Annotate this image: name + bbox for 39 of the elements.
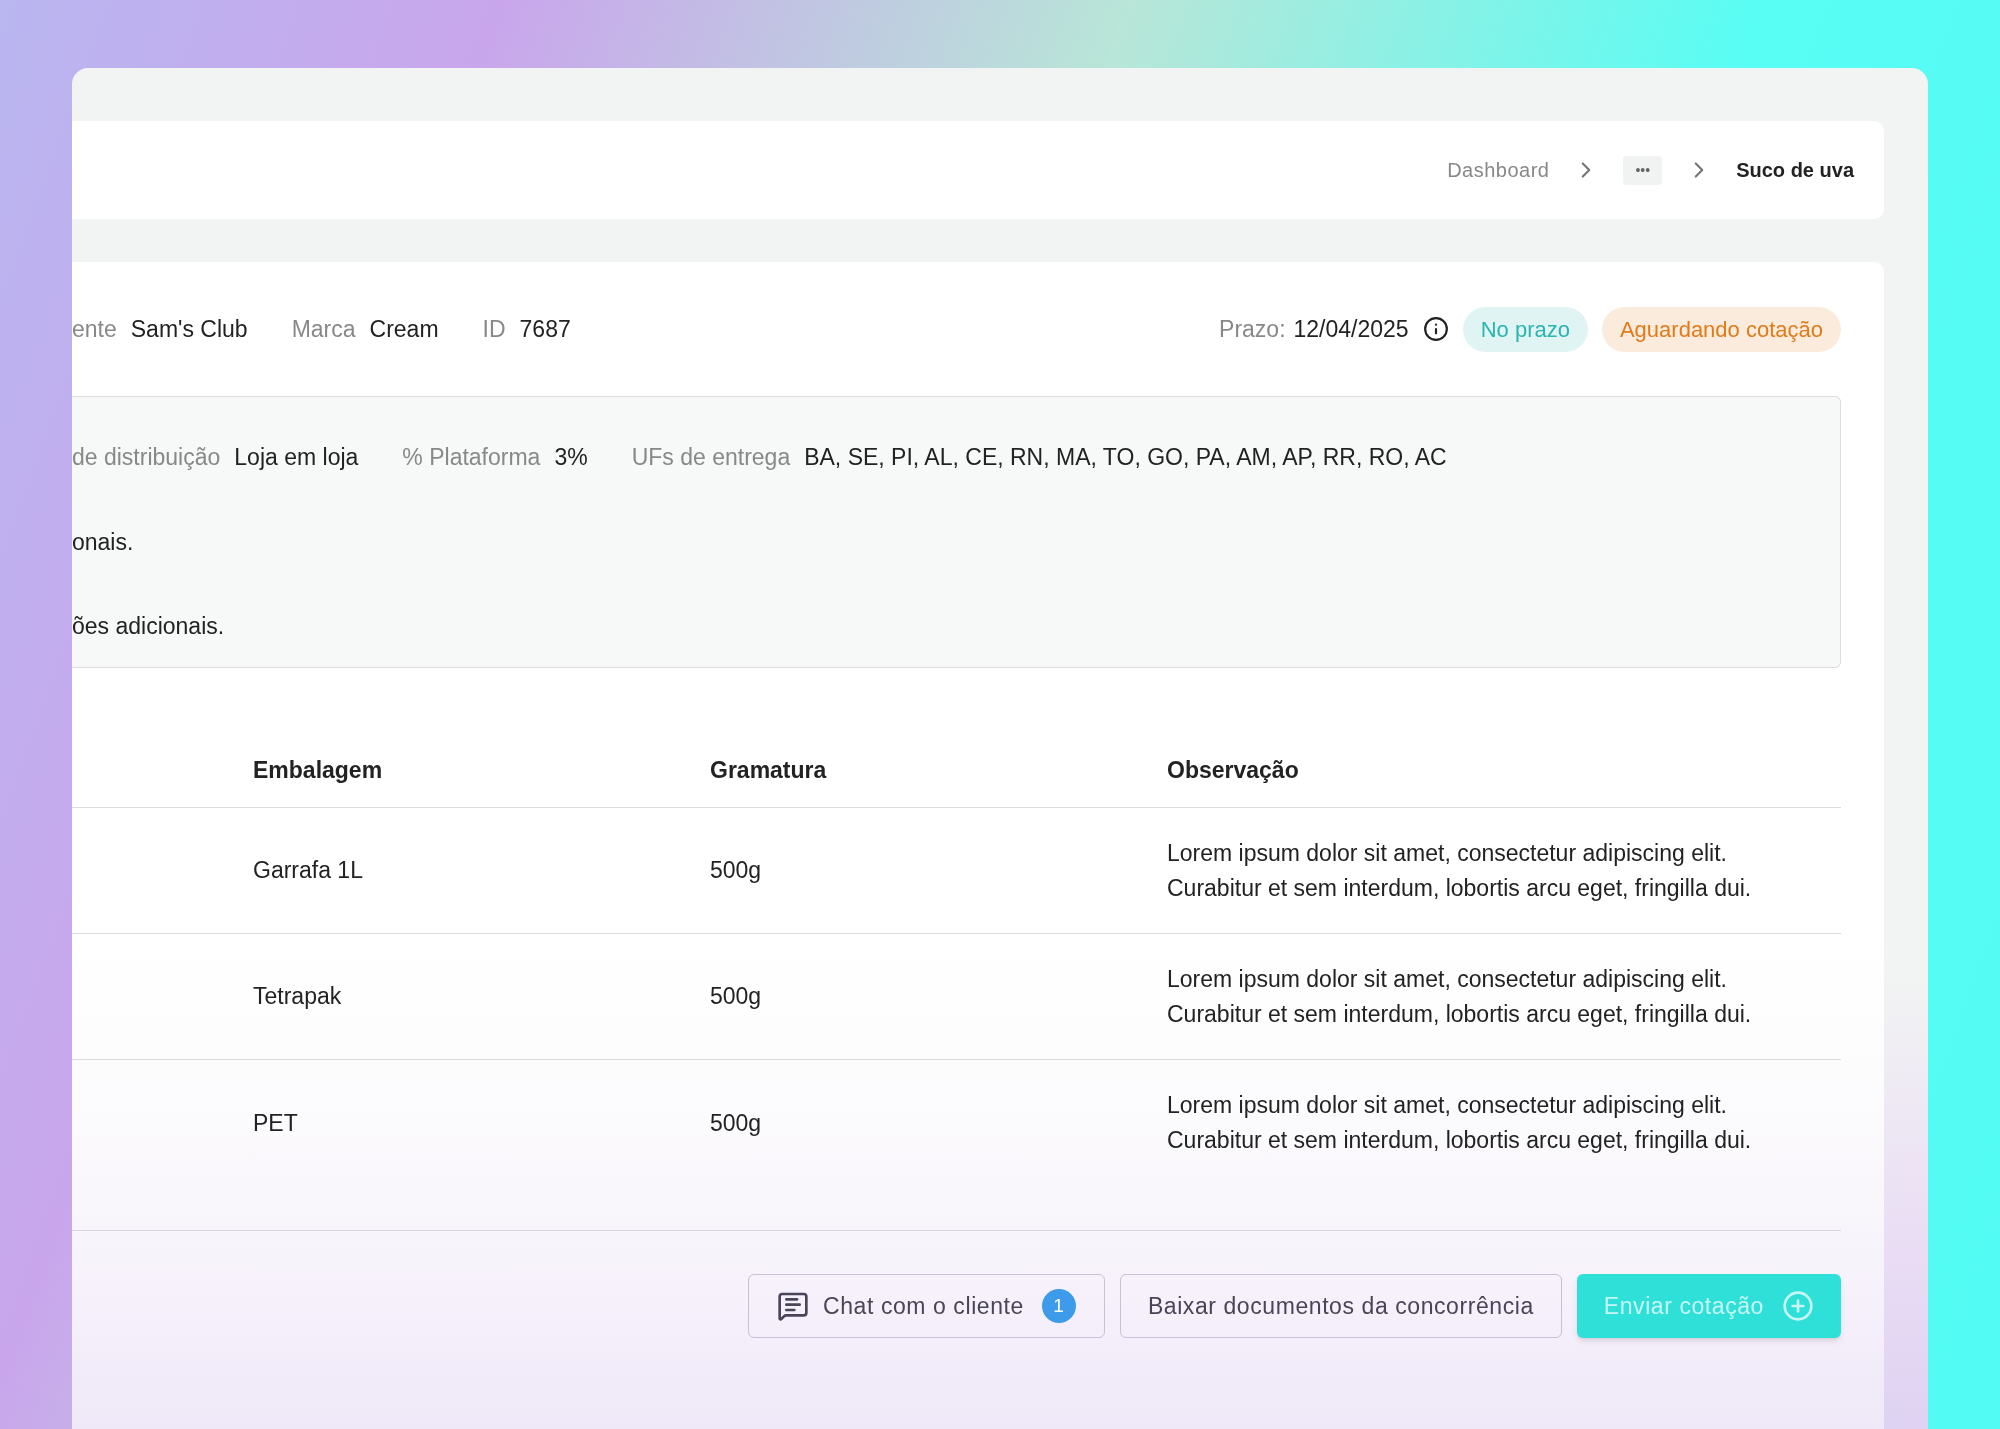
table-cell-text: 500g bbox=[710, 982, 763, 1012]
chat-button[interactable]: Chat com o cliente 1 bbox=[748, 1274, 1105, 1338]
deadline-value: 12/04/2025 bbox=[1293, 314, 1409, 344]
chat-icon bbox=[777, 1290, 810, 1322]
info-icon[interactable] bbox=[1422, 316, 1449, 342]
field-value: Loja em loja bbox=[234, 443, 359, 472]
field-label: UFs de entrega bbox=[631, 443, 791, 472]
deadline-label: Prazo: bbox=[1219, 314, 1286, 344]
field-value: BA, SE, PI, AL, CE, RN, MA, TO, GO, PA, AM, AP, RR, RO, AC bbox=[804, 443, 1447, 472]
table-cell-text: 500g bbox=[710, 1108, 763, 1138]
field-label: de distribuição bbox=[72, 443, 221, 472]
field-value: 3% bbox=[554, 443, 588, 472]
column-header: Gramatura bbox=[710, 756, 828, 786]
table-cell-text: Lorem ipsum dolor sit amet, consectetur adipiscing elit. Curabitur et sem interdum, lobortis arcu eget, fringilla dui. bbox=[1167, 1091, 1752, 1155]
note-text: ões adicionais. bbox=[72, 612, 226, 641]
field-value: 7687 bbox=[519, 314, 571, 344]
note-text: onais. bbox=[72, 527, 135, 557]
breadcrumb-current: Suco de uva bbox=[1736, 158, 1854, 183]
table-cell-text: Lorem ipsum dolor sit amet, consectetur adipiscing elit. Curabitur et sem interdum, lobortis arcu eget, fringilla dui. bbox=[1167, 964, 1752, 1029]
table-cell-text: 500g bbox=[710, 856, 763, 886]
column-header: Embalagem bbox=[253, 756, 384, 786]
download-button[interactable]: Baixar documentos da concorrência bbox=[1119, 1274, 1562, 1338]
field-label: ID bbox=[482, 314, 506, 344]
breadcrumb-link[interactable]: Dashboard bbox=[1447, 155, 1550, 185]
field-label: ente bbox=[72, 314, 117, 344]
table-cell-text: Tetrapak bbox=[253, 982, 343, 1012]
table-cell-text: Lorem ipsum dolor sit amet, consectetur adipiscing elit. Curabitur et sem interdum, lobortis arcu eget, fringilla dui. bbox=[1167, 838, 1752, 903]
count-badge: 1 bbox=[1041, 1289, 1076, 1323]
field-label: % Plataforma bbox=[402, 443, 541, 472]
field-label: Marca bbox=[291, 314, 356, 344]
column-header: Observação bbox=[1167, 756, 1299, 786]
plus-icon bbox=[1782, 1290, 1814, 1322]
field-value: Cream bbox=[369, 314, 439, 344]
table-cell-text: PET bbox=[253, 1108, 299, 1138]
table-cell-text: Garrafa 1L bbox=[253, 856, 364, 886]
status-badge: Aguardando cotação bbox=[1601, 306, 1841, 352]
field-value: Sam's Club bbox=[130, 314, 248, 344]
status-badge: No prazo bbox=[1462, 306, 1588, 352]
more-button[interactable]: ••• bbox=[1623, 155, 1663, 185]
